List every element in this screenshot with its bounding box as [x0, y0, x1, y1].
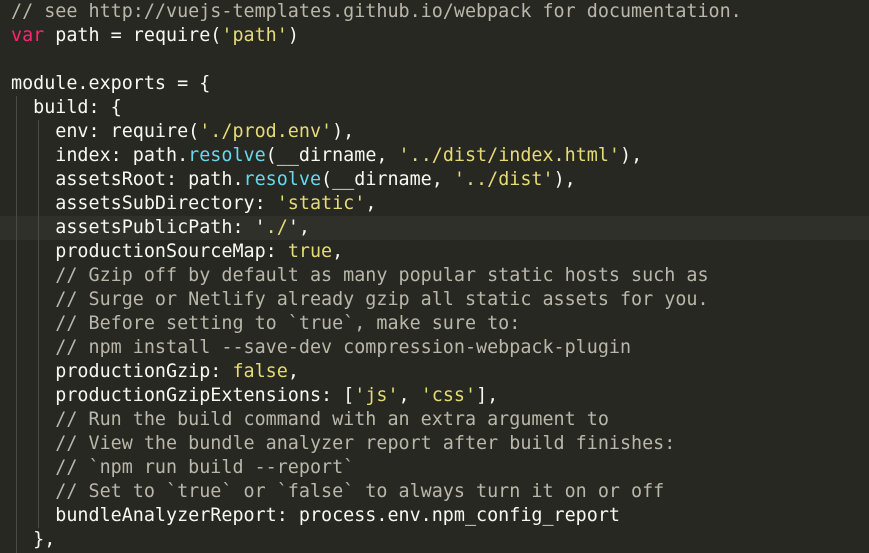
- bracket-match-highlight: ': [287, 217, 299, 238]
- code-line[interactable]: // View the bundle analyzer report after…: [11, 432, 675, 456]
- code-line[interactable]: assetsPublicPath: './',: [11, 216, 310, 240]
- code-token: // `npm run build --report`: [11, 457, 355, 478]
- code-token: 'js': [354, 385, 399, 406]
- code-token: ,: [398, 385, 421, 406]
- code-token: 'static': [276, 193, 366, 214]
- code-line[interactable]: var path = require('path'): [11, 24, 299, 48]
- code-line[interactable]: assetsSubDirectory: 'static',: [11, 192, 376, 216]
- code-token: resolve: [188, 145, 266, 166]
- code-token: ),: [620, 145, 643, 166]
- code-line[interactable]: },: [11, 528, 55, 552]
- code-token: '../dist': [453, 169, 554, 190]
- code-token: ): [287, 25, 299, 46]
- code-token: // npm install --save-dev compression-we…: [11, 337, 632, 358]
- code-token: // Set to `true` or `false` to always tu…: [11, 481, 665, 502]
- code-token: ./: [265, 217, 288, 238]
- code-token: // View the bundle analyzer report after…: [11, 433, 676, 454]
- code-line[interactable]: index: path.resolve(__dirname, '../dist/…: [11, 144, 642, 168]
- code-token: 'path': [221, 25, 288, 46]
- code-token: resolve: [243, 169, 322, 190]
- code-line[interactable]: bundleAnalyzerReport: process.env.npm_co…: [11, 504, 620, 528]
- code-line[interactable]: // `npm run build --report`: [11, 456, 354, 480]
- code-token: build: {: [11, 97, 122, 118]
- code-line[interactable]: productionSourceMap: true,: [11, 240, 343, 264]
- code-token: ),: [332, 121, 355, 142]
- code-token: path = require(: [44, 25, 222, 46]
- code-token: index: path.: [11, 145, 189, 166]
- code-token: productionGzip:: [11, 361, 233, 382]
- code-token: assetsRoot: path.: [11, 169, 244, 190]
- code-token: module.exports = {: [11, 73, 211, 94]
- code-line[interactable]: // npm install --save-dev compression-we…: [11, 336, 631, 360]
- code-line[interactable]: // Before setting to `true`, make sure t…: [11, 312, 520, 336]
- code-token: ),: [553, 169, 576, 190]
- code-token: productionSourceMap:: [11, 241, 288, 262]
- code-line[interactable]: // Run the build command with an extra a…: [11, 408, 609, 432]
- code-line[interactable]: // Set to `true` or `false` to always tu…: [11, 480, 664, 504]
- code-token: assetsSubDirectory:: [11, 193, 277, 214]
- code-token: },: [11, 529, 56, 550]
- code-line[interactable]: // see http://vuejs-templates.github.io/…: [11, 0, 742, 24]
- code-token: assetsPublicPath:: [11, 217, 255, 238]
- code-token: // Before setting to `true`, make sure t…: [11, 313, 521, 334]
- code-editor[interactable]: // see http://vuejs-templates.github.io/…: [0, 0, 869, 553]
- code-line[interactable]: // Gzip off by default as many popular s…: [11, 264, 709, 288]
- code-line[interactable]: build: {: [11, 96, 122, 120]
- code-token: ,: [287, 361, 299, 382]
- code-token: ],: [476, 385, 499, 406]
- code-token: // Gzip off by default as many popular s…: [11, 265, 709, 286]
- code-token: ,: [365, 193, 377, 214]
- code-token: // Run the build command with an extra a…: [11, 409, 609, 430]
- code-token: '../dist/index.html': [398, 145, 620, 166]
- code-token: true: [287, 241, 333, 262]
- code-token: ,: [298, 217, 310, 238]
- code-token: './prod.env': [199, 121, 333, 142]
- code-line[interactable]: // Surge or Netlify already gzip all sta…: [11, 288, 709, 312]
- code-line[interactable]: env: require('./prod.env'),: [11, 120, 354, 144]
- code-token: env: require(: [11, 121, 200, 142]
- code-line[interactable]: productionGzip: false,: [11, 360, 299, 384]
- code-token: ,: [332, 241, 344, 262]
- code-line[interactable]: assetsRoot: path.resolve(__dirname, '../…: [11, 168, 576, 192]
- code-token: // Surge or Netlify already gzip all sta…: [11, 289, 709, 310]
- bracket-match-highlight: ': [254, 217, 266, 238]
- code-token: // see http://vuejs-templates.github.io/…: [11, 1, 742, 22]
- code-line[interactable]: productionGzipExtensions: ['js', 'css'],: [11, 384, 498, 408]
- code-line[interactable]: module.exports = {: [11, 72, 210, 96]
- code-token: productionGzipExtensions: [: [11, 385, 355, 406]
- code-token: 'css': [420, 385, 477, 406]
- code-token: bundleAnalyzerReport: process.env.npm_co…: [11, 505, 620, 526]
- code-token: (__dirname,: [321, 169, 454, 190]
- code-token: false: [232, 361, 288, 382]
- code-token: var: [11, 25, 45, 46]
- code-token: (__dirname,: [265, 145, 399, 166]
